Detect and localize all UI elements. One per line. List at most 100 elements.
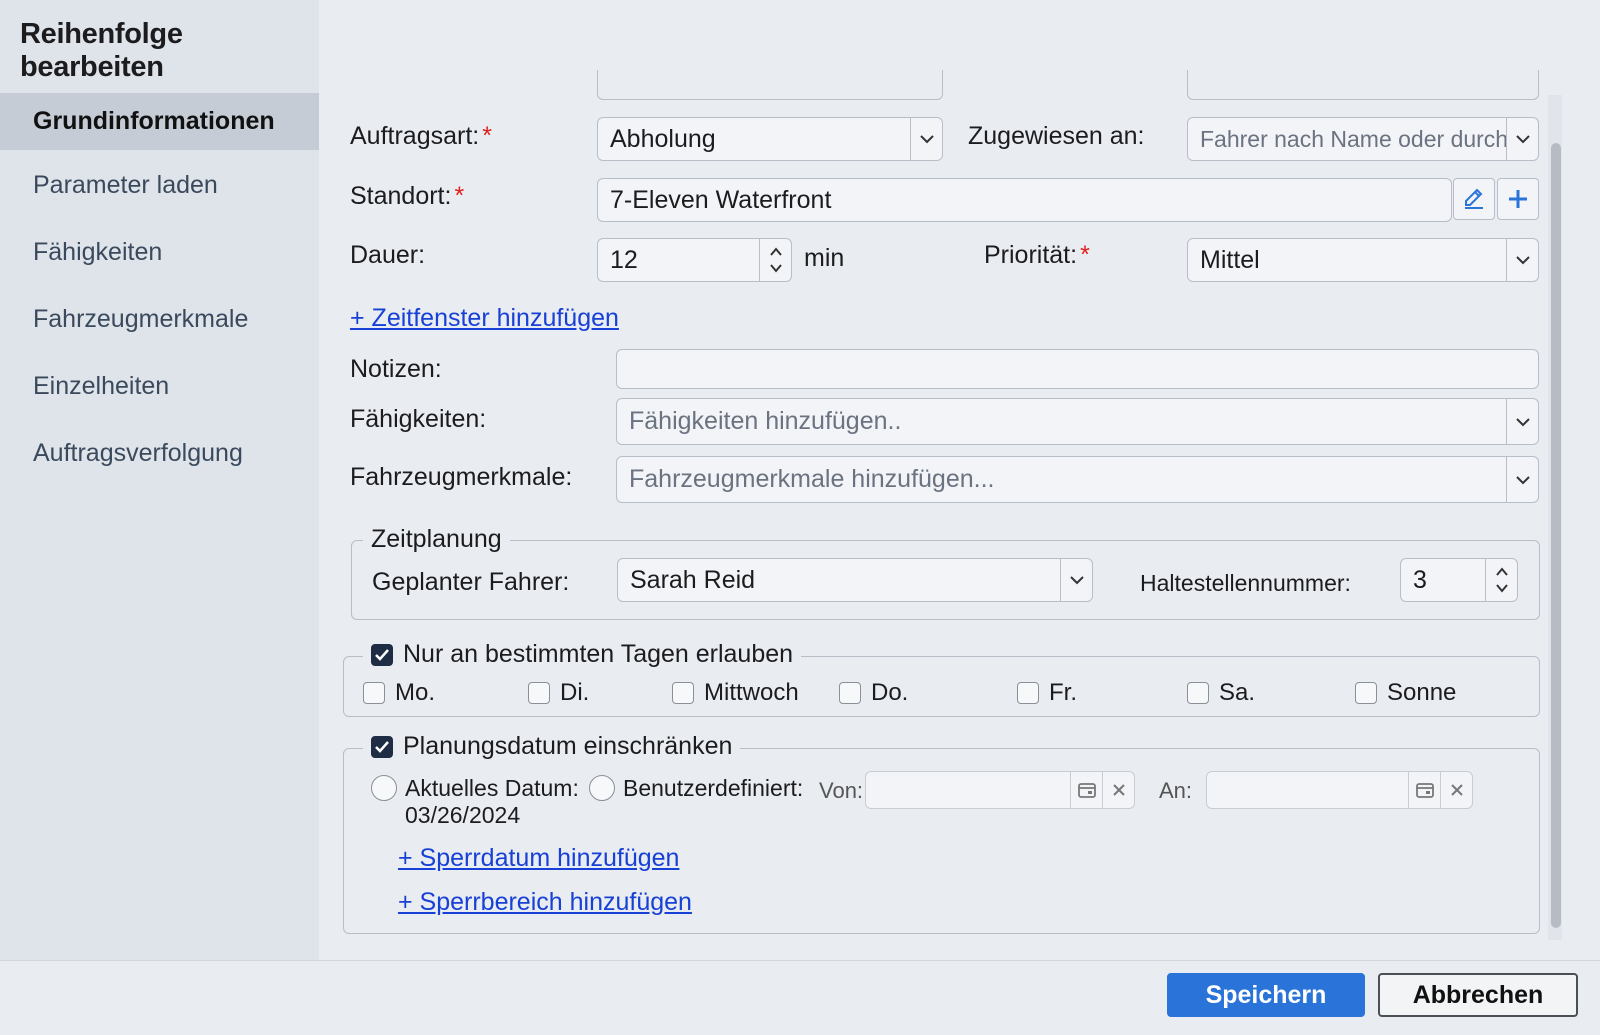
an-label: An: [1159,778,1193,803]
zeitplanung-legend: Zeitplanung [363,525,510,554]
required-marker: * [454,182,465,210]
chevron-down-icon[interactable] [1060,559,1092,601]
auftragsart-label: Auftragsart: * [350,122,492,151]
aktuelles-datum-value: 03/26/2024 [405,802,521,828]
haltestellennummer-stepper[interactable]: 3 [1400,558,1518,602]
an-date-input[interactable] [1206,771,1473,809]
pencil-icon [1465,188,1483,209]
day-mo[interactable]: Mo. [363,679,435,707]
aktuelles-datum-label: Aktuelles Datum: [405,775,579,801]
save-button[interactable]: Speichern [1167,973,1365,1017]
day-sonne[interactable]: Sonne [1355,679,1456,707]
checkmark-icon [375,740,389,753]
scrolled-field-left[interactable] [597,70,943,100]
chevron-down-icon[interactable] [1506,118,1538,160]
auftragsart-label-text: Auftragsart: [350,122,480,150]
day-label-di: Di. [560,679,590,706]
dauer-label: Dauer: [350,241,426,269]
tage-checkbox[interactable] [371,643,393,666]
spinner-arrows-icon[interactable] [759,239,791,281]
auftragsart-select[interactable]: Abholung [597,117,943,161]
add-blocked-range-link[interactable]: + Sperrbereich hinzufügen [398,888,692,917]
plus-icon [1509,190,1527,208]
vertical-scrollbar[interactable] [1548,95,1562,940]
geplanter-fahrer-select[interactable]: Sarah Reid [617,558,1093,602]
faehigkeiten-select[interactable]: Fähigkeiten hinzufügen.. [616,398,1539,445]
form-content: Auftragsart: * Abholung Zugewiesen an: Fa… [319,0,1600,960]
day-label-fr: Fr. [1049,679,1077,706]
checkbox-sonne[interactable] [1355,682,1377,704]
notizen-label: Notizen: [350,355,442,383]
zugewiesen-select[interactable]: Fahrer nach Name oder durchsuchen [1187,117,1539,161]
add-time-window-link[interactable]: + Zeitfenster hinzufügen [350,304,619,333]
checkbox-mo[interactable] [363,682,385,704]
auftragsart-value: Abholung [610,124,716,153]
chevron-down-icon[interactable] [1506,239,1538,281]
cancel-button[interactable]: Abbrechen [1378,973,1578,1017]
day-label-mittwoch: Mittwoch [704,679,799,706]
scrollbar-thumb[interactable] [1551,143,1561,928]
spinner-arrows-icon[interactable] [1485,559,1517,601]
chevron-down-icon[interactable] [1506,457,1538,502]
von-date-input[interactable] [865,771,1135,809]
prioritaet-label: Priorität: * [984,241,1090,270]
sidebar-item-auftragsverfolgung[interactable]: Auftragsverfolgung [0,420,319,487]
day-mittwoch[interactable]: Mittwoch [672,679,799,707]
chevron-down-icon[interactable] [1506,399,1538,444]
aktuelles-datum-radio[interactable] [371,775,397,801]
day-fr[interactable]: Fr. [1017,679,1077,707]
haltestellennummer-label: Haltestellennummer: [1140,570,1351,596]
prioritaet-select[interactable]: Mittel [1187,238,1539,282]
add-location-button[interactable] [1497,178,1539,220]
day-label-sa: Sa. [1219,679,1256,706]
standort-input[interactable]: 7-Eleven Waterfront [597,178,1452,222]
sidebar: Reihenfolge bearbeiten Grundinformatione… [0,0,319,960]
required-marker: * [1080,241,1090,269]
sidebar-item-fahrzeugmerkmale[interactable]: Fahrzeugmerkmale [0,286,319,353]
dauer-value: 12 [610,245,638,274]
checkmark-icon [375,648,389,661]
standort-value: 7-Eleven Waterfront [610,185,832,214]
add-blocked-date-link[interactable]: + Sperrdatum hinzufügen [398,844,679,873]
fahrzeugmerkmale-placeholder: Fahrzeugmerkmale hinzufügen... [629,465,995,493]
day-do[interactable]: Do. [839,679,908,707]
required-marker: * [482,122,492,150]
planungsdatum-checkbox[interactable] [371,735,393,758]
checkbox-sa[interactable] [1187,682,1209,704]
benutzerdefiniert-radio[interactable] [589,775,615,801]
sidebar-nav: Grundinformationen Parameter laden Fähig… [0,93,319,487]
edit-location-button[interactable] [1453,178,1495,220]
calendar-icon[interactable] [1070,772,1102,808]
checkbox-mittwoch[interactable] [672,682,694,704]
clear-icon[interactable] [1102,772,1134,808]
scrolled-field-right[interactable] [1187,70,1539,100]
clear-icon[interactable] [1440,772,1472,808]
checkbox-di[interactable] [528,682,550,704]
prioritaet-value: Mittel [1200,245,1260,274]
standort-label-text: Standort: [350,182,452,210]
day-sa[interactable]: Sa. [1187,679,1255,707]
sidebar-item-parameter-laden[interactable]: Parameter laden [0,152,319,219]
tage-legend-text: Nur an bestimmten Tagen erlauben [403,640,794,668]
faehigkeiten-label: Fähigkeiten: [350,405,487,433]
chevron-down-icon[interactable] [910,118,942,160]
dauer-stepper[interactable]: 12 [597,238,792,282]
von-label: Von: [819,778,864,803]
aktuelles-datum-text: Aktuelles Datum: 03/26/2024 [405,775,579,829]
zugewiesen-label: Zugewiesen an: [968,122,1145,150]
checkbox-fr[interactable] [1017,682,1039,704]
faehigkeiten-placeholder: Fähigkeiten hinzufügen.. [629,407,902,435]
zeitplanung-legend-text: Zeitplanung [371,525,502,553]
fahrzeugmerkmale-label: Fahrzeugmerkmale: [350,463,573,491]
sidebar-item-einzelheiten[interactable]: Einzelheiten [0,353,319,420]
sidebar-item-faehigkeiten[interactable]: Fähigkeiten [0,219,319,286]
aktuelles-datum-option[interactable]: Aktuelles Datum: 03/26/2024 [371,775,579,829]
notizen-input[interactable] [616,349,1539,389]
checkbox-do[interactable] [839,682,861,704]
planungsdatum-legend: Planungsdatum einschränken [363,732,741,761]
calendar-icon[interactable] [1408,772,1440,808]
sidebar-item-grundinformationen[interactable]: Grundinformationen [0,93,319,150]
benutzerdefiniert-option[interactable]: Benutzerdefiniert: [589,775,803,802]
fahrzeugmerkmale-select[interactable]: Fahrzeugmerkmale hinzufügen... [616,456,1539,503]
day-di[interactable]: Di. [528,679,589,707]
